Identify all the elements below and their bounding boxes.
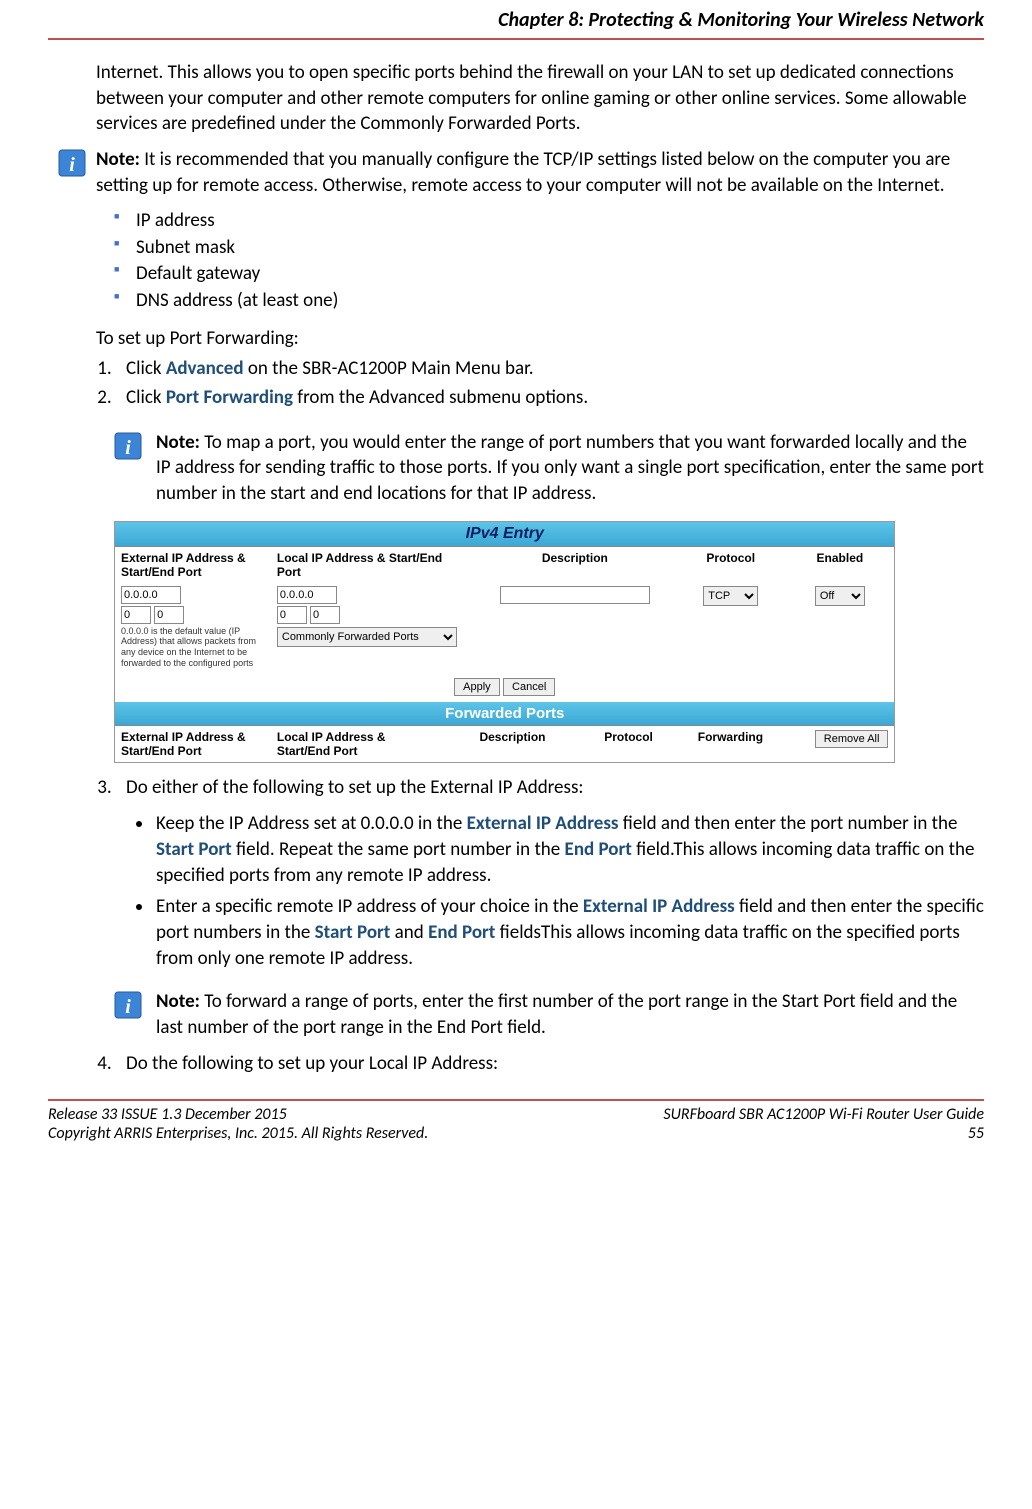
step-3: Do either of the following to set up the…	[116, 775, 984, 802]
col-local-ip: Local IP Address & Start/End Port	[271, 547, 474, 583]
step-text: from the Advanced submenu options.	[293, 386, 588, 409]
text: field. Repeat the same port number in th…	[232, 838, 565, 861]
chapter-header: Chapter 8: Protecting & Monitoring Your …	[48, 0, 984, 38]
text: and	[390, 921, 428, 944]
remove-all-button[interactable]: Remove All	[815, 730, 889, 748]
ext-start-port-input[interactable]	[121, 606, 151, 624]
end-port-ref: End Port	[428, 921, 495, 944]
footer-left: Release 33 ISSUE 1.3 December 2015 Copyr…	[48, 1105, 428, 1143]
col-external-ip-2: External IP Address & Start/End Port	[115, 726, 271, 762]
col-description-2: Description	[427, 726, 598, 762]
commonly-forwarded-select[interactable]: Commonly Forwarded Ports	[277, 627, 457, 647]
step-4: Do the following to set up your Local IP…	[116, 1051, 984, 1078]
step-text: on the SBR-AC1200P Main Menu bar.	[244, 357, 534, 380]
end-port-ref: End Port	[565, 838, 632, 861]
bullet-2: Enter a specific remote IP address of yo…	[154, 894, 984, 971]
port-forwarding-screenshot: IPv4 Entry External IP Address & Start/E…	[114, 521, 895, 763]
local-ip-input[interactable]	[277, 586, 337, 604]
loc-start-port-input[interactable]	[277, 606, 307, 624]
note-2: Note: To map a port, you would enter the…	[156, 430, 984, 507]
svg-text:i: i	[69, 154, 75, 176]
ipv4-entry-header: IPv4 Entry	[115, 522, 894, 547]
note-label: Note:	[156, 431, 200, 454]
enabled-select[interactable]: Off	[815, 586, 865, 606]
col-local-ip-2: Local IP Address & Start/End Port	[271, 726, 427, 762]
col-protocol-2: Protocol	[598, 726, 692, 762]
ip-hint-text: 0.0.0.0 is the default value (IP Address…	[121, 626, 265, 669]
cancel-button[interactable]: Cancel	[503, 678, 555, 696]
list-item: IP address	[114, 208, 984, 235]
text: field and then enter the port number in …	[618, 812, 957, 835]
note-text-body: To forward a range of ports, enter the f…	[156, 990, 957, 1039]
header-divider	[48, 38, 984, 40]
step-text: Click	[126, 386, 166, 409]
text: Enter a specific remote IP address of yo…	[156, 895, 583, 918]
release-info: Release 33 ISSUE 1.3 December 2015	[48, 1105, 287, 1124]
list-item: Subnet mask	[114, 235, 984, 262]
copyright: Copyright ARRIS Enterprises, Inc. 2015. …	[48, 1124, 428, 1143]
advanced-link: Advanced	[166, 357, 244, 380]
list-item: DNS address (at least one)	[114, 288, 984, 315]
info-icon: i	[114, 991, 142, 1019]
note-text-body: It is recommended that you manually conf…	[96, 148, 950, 197]
col-external-ip: External IP Address & Start/End Port	[115, 547, 271, 583]
protocol-select[interactable]: TCP	[703, 586, 758, 606]
list-item: Default gateway	[114, 261, 984, 288]
intro-paragraph: Internet. This allows you to open specif…	[96, 60, 984, 137]
doc-title: SURFboard SBR AC1200P Wi-Fi Router User …	[663, 1105, 984, 1124]
start-port-ref: Start Port	[156, 838, 232, 861]
bullet-1: Keep the IP Address set at 0.0.0.0 in th…	[154, 811, 984, 888]
port-forwarding-link: Port Forwarding	[166, 386, 293, 409]
col-description: Description	[474, 547, 677, 583]
step-2: Click Port Forwarding from the Advanced …	[116, 385, 984, 412]
forwarded-ports-header: Forwarded Ports	[115, 702, 894, 726]
note-text-body: To map a port, you would enter the range…	[156, 431, 984, 505]
description-input[interactable]	[500, 586, 650, 604]
footer-right: SURFboard SBR AC1200P Wi-Fi Router User …	[663, 1105, 984, 1143]
info-icon: i	[114, 432, 142, 460]
col-forwarding: Forwarding	[692, 726, 801, 762]
note-1: Note: It is recommended that you manuall…	[96, 147, 984, 198]
note-label: Note:	[96, 148, 140, 171]
external-ip-address-ref: External IP Address	[583, 895, 735, 918]
note-3: Note: To forward a range of ports, enter…	[156, 989, 984, 1040]
loc-end-port-input[interactable]	[310, 606, 340, 624]
text: Keep the IP Address set at 0.0.0.0 in th…	[156, 812, 467, 835]
col-enabled: Enabled	[785, 547, 894, 583]
info-icon: i	[58, 149, 86, 177]
footer-divider	[48, 1099, 984, 1101]
page-number: 55	[968, 1124, 984, 1143]
start-port-ref: Start Port	[315, 921, 391, 944]
svg-text:i: i	[125, 996, 131, 1018]
apply-button[interactable]: Apply	[454, 678, 500, 696]
external-ip-input[interactable]	[121, 586, 181, 604]
external-ip-address-ref: External IP Address	[467, 812, 619, 835]
setup-heading: To set up Port Forwarding:	[96, 327, 984, 350]
step-text: Click	[126, 357, 166, 380]
note-label: Note:	[156, 990, 200, 1013]
col-protocol: Protocol	[676, 547, 785, 583]
step-1: Click Advanced on the SBR-AC1200P Main M…	[116, 356, 984, 383]
svg-text:i: i	[125, 437, 131, 459]
ext-end-port-input[interactable]	[154, 606, 184, 624]
settings-list: IP address Subnet mask Default gateway D…	[114, 208, 984, 314]
